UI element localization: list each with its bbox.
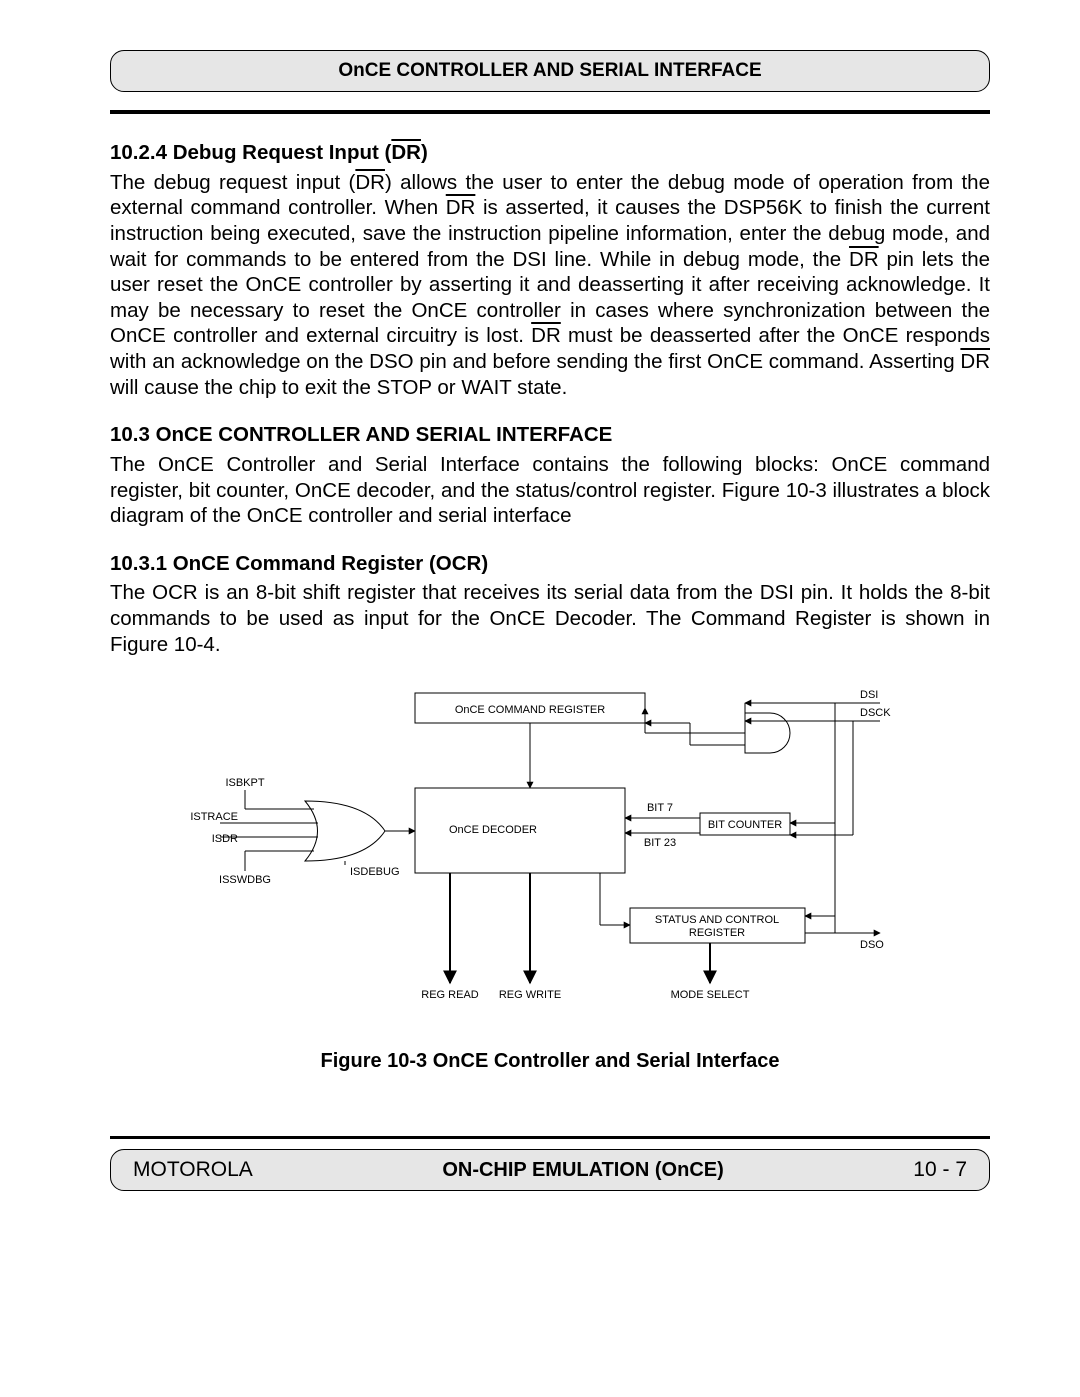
signal-dr: DR [531,324,561,347]
signal-dr: DR [446,196,476,219]
bit-counter-label: BIT COUNTER [708,819,782,831]
block-diagram-svg: OnCE COMMAND REGISTER OnCE DECODER BIT C… [190,683,910,1023]
dsi-label: DSI [860,689,878,701]
decoder-label: OnCE DECODER [449,824,537,836]
header-band: OnCE CONTROLLER AND SERIAL INTERFACE [110,50,990,92]
content-area: 10.2.4 Debug Request Input (DR) The debu… [110,140,990,1074]
footer-rule [110,1136,990,1139]
signal-dr: DR [849,248,879,271]
paragraph: The OnCE Controller and Serial Interface… [110,452,990,529]
footer-center: ON-CHIP EMULATION (OnCE) [442,1159,723,1182]
dso-label: DSO [860,939,884,951]
bit7-label: BIT 7 [647,802,673,814]
status-ctrl-label-1: STATUS AND CONTROL [655,914,779,926]
istrace-label: ISTRACE [190,811,238,823]
heading-text: 10.2.4 Debug Request Input ( [110,141,391,164]
footer-band: MOTOROLA ON-CHIP EMULATION (OnCE) 10 - 7 [110,1149,990,1191]
page: OnCE CONTROLLER AND SERIAL INTERFACE 10.… [0,0,1080,1397]
figure-10-3-diagram: OnCE COMMAND REGISTER OnCE DECODER BIT C… [110,683,990,1023]
dsck-label: DSCK [860,707,891,719]
isswdbg-label: ISSWDBG [219,874,271,886]
paragraph: The OCR is an 8-bit shift register that … [110,580,990,657]
body-text: The debug request input ( [110,171,355,194]
section-heading-10-3-1: 10.3.1 OnCE Command Register (OCR) [110,551,990,577]
isbkpt-label: ISBKPT [225,777,264,789]
header-rule [110,110,990,114]
heading-text: ) [421,141,428,164]
isdr-label: ISDR [212,833,238,845]
section-heading-10-3: 10.3 OnCE CONTROLLER AND SERIAL INTERFAC… [110,422,990,448]
section-heading-10-2-4: 10.2.4 Debug Request Input (DR) [110,140,990,166]
figure-caption: Figure 10-3 OnCE Controller and Serial I… [110,1049,990,1074]
isdebug-label: ISDEBUG [350,866,400,878]
footer-left: MOTOROLA [133,1158,253,1182]
signal-dr: DR [960,350,990,373]
bit23-label: BIT 23 [644,837,676,849]
header-title: OnCE CONTROLLER AND SERIAL INTERFACE [338,60,761,82]
signal-dr: DR [355,171,385,194]
body-text: will cause the chip to exit the STOP or … [110,376,567,399]
signal-dr: DR [391,141,421,164]
status-ctrl-label-2: REGISTER [689,927,745,939]
footer-right: 10 - 7 [913,1158,967,1182]
cmd-register-label: OnCE COMMAND REGISTER [455,704,605,716]
paragraph: The debug request input (DR) allows the … [110,170,990,401]
reg-write-label: REG WRITE [499,989,561,1001]
mode-select-label: MODE SELECT [671,989,750,1001]
reg-read-label: REG READ [421,989,479,1001]
